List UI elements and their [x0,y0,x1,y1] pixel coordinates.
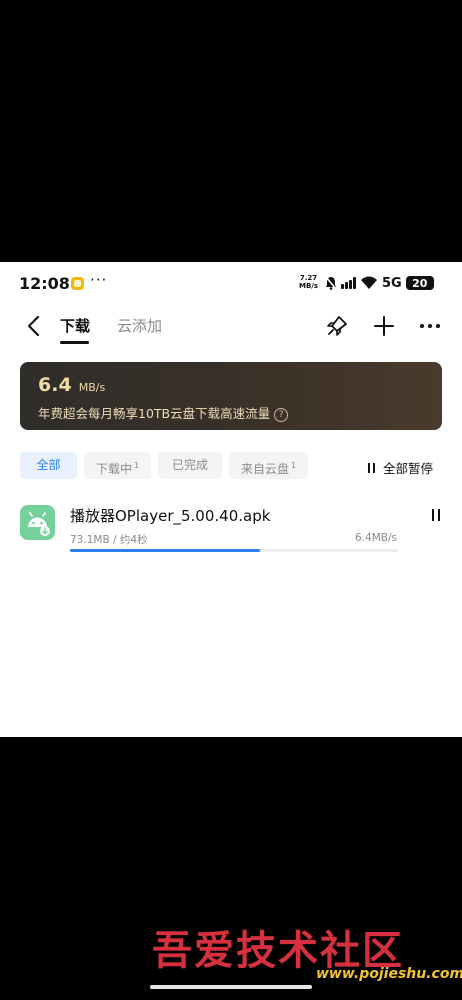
filter-completed-label: 已完成 [171,458,208,472]
back-arrow-icon[interactable] [24,314,44,338]
current-speed: 6.4 MB/s [38,374,105,396]
wifi-icon [361,276,377,289]
net-speed-unit: MB/s [299,282,319,290]
download-progress-fill [70,549,261,552]
mute-bell-icon [325,276,337,290]
filter-from-cloud-label: 来自云盘 [240,462,289,476]
promo-text-row: 年费超会每月畅享10TB云盘下载高速流量? [38,403,289,422]
top-toolbar: 下载 云添加 [0,306,462,346]
download-size-eta: 73.1MB / 约4秒 [70,534,148,546]
notification-app-icon [71,277,84,290]
net-speed-value: 7.27 [299,274,318,282]
filter-all[interactable]: 全部 [20,452,77,479]
battery-indicator: 20 [405,276,434,290]
pause-all-button[interactable]: 全部暂停 [368,458,433,477]
download-filename: 播放器OPlayer_5.00.40.apk [70,507,271,525]
pause-all-label: 全部暂停 [383,461,434,476]
more-icon[interactable] [418,314,442,338]
promo-text: 年费超会每月畅享10TB云盘下载高速流量 [38,406,271,421]
pause-icon [368,462,375,473]
app-screen: 12:08 ··· 7.27 MB/s 5G 20 下载 云添加 6.4 MB/… [0,262,462,737]
tab-cloud-add[interactable]: 云添加 [117,315,162,336]
rocket-icon[interactable] [325,314,349,338]
filter-from-cloud-count: 1 [290,461,297,470]
filter-downloading[interactable]: 下载中 1 [84,452,151,479]
speed-value: 6.4 [38,374,72,396]
plus-icon[interactable] [372,314,396,338]
status-more-icon: ··· [90,271,108,289]
filter-from-cloud[interactable]: 来自云盘 1 [229,452,308,479]
net-speed: 7.27 MB/s [299,274,318,290]
help-icon[interactable]: ? [274,407,289,422]
filter-downloading-count: 1 [133,461,140,470]
tab-download[interactable]: 下载 [60,315,90,336]
filter-downloading-label: 下载中 [95,462,132,476]
status-time: 12:08 [19,274,70,293]
tab-active-indicator [60,341,89,344]
home-indicator[interactable] [150,985,312,989]
network-type: 5G [382,275,402,291]
filter-completed[interactable]: 已完成 [158,452,222,479]
status-bar: 12:08 ··· 7.27 MB/s 5G 20 [0,262,462,306]
item-pause-button[interactable] [432,509,440,521]
watermark-url: www.pojieshu.com [316,966,462,982]
download-speed: 6.4MB/s [355,532,397,544]
filter-all-label: 全部 [36,458,61,472]
download-progress-bar [70,549,398,552]
android-app-icon [20,505,55,540]
speed-unit: MB/s [78,381,106,394]
signal-icon [341,277,356,289]
speed-banner[interactable]: 6.4 MB/s 年费超会每月畅享10TB云盘下载高速流量? [20,362,442,430]
